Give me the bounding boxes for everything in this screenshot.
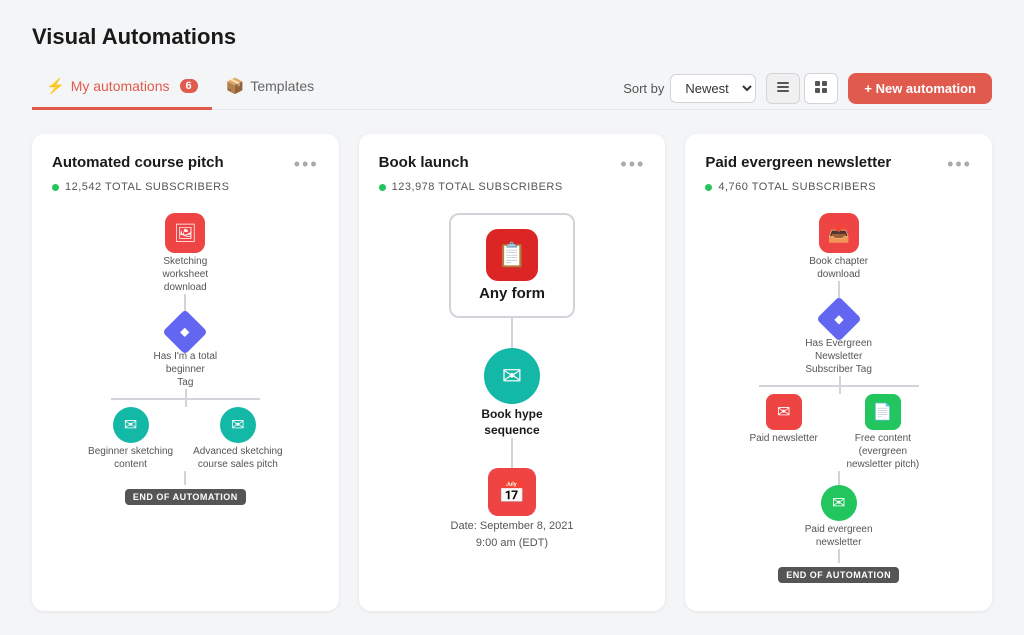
beginner-label: Beginner sketchingcontent xyxy=(88,445,173,471)
branch-free: 📄 Free content (evergreennewsletter pitc… xyxy=(838,394,928,471)
new-automation-button[interactable]: + New automation xyxy=(848,73,992,104)
card-header-2: Book launch ••• xyxy=(379,154,646,175)
paid-newsletter-icon: ✉ xyxy=(766,394,802,430)
branch-horizontal xyxy=(111,398,260,400)
sort-label: Sort by xyxy=(623,81,664,96)
card-header-3: Paid evergreen newsletter ••• xyxy=(705,154,972,175)
node-book-chapter: 📥 Book chapter download xyxy=(794,213,884,281)
sort-control: Sort by Newest Oldest Name xyxy=(623,74,756,103)
card-header-1: Automated course pitch ••• xyxy=(52,154,319,175)
worksheet-icon: 🖼 xyxy=(165,213,205,253)
branch-horizontal-3 xyxy=(759,385,919,387)
card-title-2: Book launch xyxy=(379,154,469,171)
free-content-icon: 📄 xyxy=(865,394,901,430)
branch-beginner: ✉ Beginner sketchingcontent xyxy=(88,407,173,471)
evergreen-tag-label: Has Evergreen NewsletterSubscriber Tag xyxy=(794,337,884,376)
card-automated-course-pitch: Automated course pitch ••• 12,542 TOTAL … xyxy=(32,134,339,611)
tag-diamond-label: Has I'm a total beginnerTag xyxy=(140,350,230,389)
branch-connector xyxy=(52,389,319,407)
node-book-hype: ✉ Book hype sequence xyxy=(452,348,572,438)
end-badge-3: END OF AUTOMATION xyxy=(778,567,899,583)
beginner-icon: ✉ xyxy=(113,407,149,443)
free-content-label: Free content (evergreennewsletter pitch) xyxy=(838,432,928,471)
paid-newsletter-label: Paid newsletter xyxy=(749,432,817,445)
view-toggle xyxy=(766,73,838,104)
card-subtitle-1: 12,542 TOTAL SUBSCRIBERS xyxy=(52,181,319,193)
subscriber-count-2: 123,978 TOTAL SUBSCRIBERS xyxy=(392,181,563,193)
branch-advanced: ✉ Advanced sketchingcourse sales pitch xyxy=(193,407,283,471)
tab-templates-label: Templates xyxy=(250,78,314,94)
nav-tabs: ⚡ My automations 6 📦 Templates xyxy=(32,68,328,109)
evergreen-diamond-shape: ◆ xyxy=(816,296,861,341)
card-menu-2[interactable]: ••• xyxy=(620,154,645,175)
sort-select[interactable]: Newest Oldest Name xyxy=(670,74,756,103)
list-view-icon xyxy=(775,79,791,95)
card-menu-3[interactable]: ••• xyxy=(947,154,972,175)
card-paid-newsletter: Paid evergreen newsletter ••• 4,760 TOTA… xyxy=(685,134,992,611)
worksheet-label: Sketching worksheetdownload xyxy=(140,255,230,294)
connector-3b xyxy=(838,471,840,485)
card-subtitle-3: 4,760 TOTAL SUBSCRIBERS xyxy=(705,181,972,193)
top-navigation: ⚡ My automations 6 📦 Templates Sort by N… xyxy=(32,68,992,110)
evergreen-diamond-icon: ◆ xyxy=(823,303,855,335)
tab-my-automations-label: My automations xyxy=(71,78,170,94)
connector-1b xyxy=(184,471,186,485)
card-menu-1[interactable]: ••• xyxy=(294,154,319,175)
box-icon: 📦 xyxy=(226,77,245,95)
paid-evergreen-icon: ✉ xyxy=(821,485,857,521)
card-title-3: Paid evergreen newsletter xyxy=(705,154,891,171)
branch-row-1: ✉ Beginner sketchingcontent ✉ Advanced s… xyxy=(88,407,283,471)
lightning-icon: ⚡ xyxy=(46,77,65,95)
date-label: Date: September 8, 20219:00 am (EDT) xyxy=(451,518,574,551)
paid-evergreen-label: Paid evergreen newsletter xyxy=(794,523,884,549)
tab-my-automations[interactable]: ⚡ My automations 6 xyxy=(32,69,212,110)
subscriber-count-1: 12,542 TOTAL SUBSCRIBERS xyxy=(65,181,229,193)
node-date: 📅 Date: September 8, 20219:00 am (EDT) xyxy=(451,468,574,551)
page-title: Visual Automations xyxy=(32,24,992,50)
any-form-label: Any form xyxy=(479,285,545,302)
toolbar-right: Sort by Newest Oldest Name xyxy=(623,73,992,104)
status-dot-2 xyxy=(379,184,386,191)
status-dot-1 xyxy=(52,184,59,191)
node-tag-diamond: ◆ Has I'm a total beginnerTag xyxy=(140,316,230,389)
book-hype-label: Book hype sequence xyxy=(452,407,572,438)
branch-paid: ✉ Paid newsletter xyxy=(749,394,817,445)
end-badge-1: END OF AUTOMATION xyxy=(125,489,246,505)
flow-diagram-2: 📋 Any form ✉ Book hype sequence 📅 Date: … xyxy=(379,205,646,559)
form-icon: 📋 xyxy=(486,229,538,281)
cards-grid: Automated course pitch ••• 12,542 TOTAL … xyxy=(32,134,992,611)
branch-row-3: ✉ Paid newsletter 📄 Free content (evergr… xyxy=(749,394,927,471)
flow-diagram-3: 📥 Book chapter download ◆ Has Evergreen … xyxy=(705,205,972,591)
card-book-launch: Book launch ••• 123,978 TOTAL SUBSCRIBER… xyxy=(359,134,666,611)
node-paid-evergreen: ✉ Paid evergreen newsletter xyxy=(794,485,884,549)
card-subtitle-2: 123,978 TOTAL SUBSCRIBERS xyxy=(379,181,646,193)
tab-templates[interactable]: 📦 Templates xyxy=(212,69,329,110)
flow-diagram-1: 🖼 Sketching worksheetdownload ◆ Has I'm … xyxy=(52,205,319,513)
diamond-inner-icon: ◆ xyxy=(181,325,190,339)
connector-2b xyxy=(511,438,513,468)
advanced-label: Advanced sketchingcourse sales pitch xyxy=(193,445,283,471)
card-title-1: Automated course pitch xyxy=(52,154,224,171)
node-worksheet: 🖼 Sketching worksheetdownload xyxy=(140,213,230,294)
automations-badge: 6 xyxy=(180,79,198,93)
connector-2a xyxy=(511,318,513,348)
diamond-shape: ◆ xyxy=(163,309,208,354)
node-evergreen-diamond: ◆ Has Evergreen NewsletterSubscriber Tag xyxy=(794,303,884,376)
book-hype-icon: ✉ xyxy=(484,348,540,404)
list-view-button[interactable] xyxy=(766,73,800,104)
subscriber-count-3: 4,760 TOTAL SUBSCRIBERS xyxy=(718,181,876,193)
date-icon: 📅 xyxy=(488,468,536,516)
grid-view-icon xyxy=(813,79,829,95)
book-chapter-icon: 📥 xyxy=(819,213,859,253)
advanced-icon: ✉ xyxy=(220,407,256,443)
grid-view-button[interactable] xyxy=(804,73,838,104)
node-any-form: 📋 Any form xyxy=(449,213,575,318)
book-chapter-label: Book chapter download xyxy=(794,255,884,281)
connector-3c xyxy=(838,549,840,563)
status-dot-3 xyxy=(705,184,712,191)
branch-connector-3 xyxy=(705,376,972,394)
